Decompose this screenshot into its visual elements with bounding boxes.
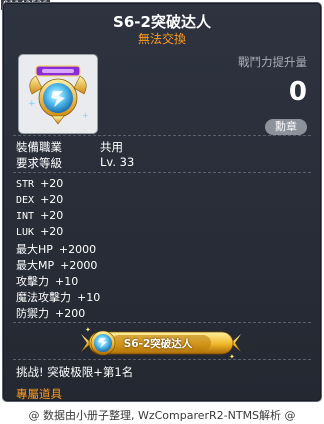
stat-label: LUK: [16, 227, 35, 238]
medal-button[interactable]: 勳章: [265, 119, 307, 135]
divider: [13, 359, 311, 360]
stat-row: 防禦力 +200: [16, 305, 85, 321]
medal-icon: + +: [28, 65, 89, 125]
stat-value: +10: [77, 291, 101, 304]
svg-text:+: +: [28, 99, 36, 109]
stat-row: LUK +20: [16, 225, 63, 238]
stat-row: 攻擊力 +10: [16, 273, 78, 289]
stat-value: +2000: [58, 243, 97, 256]
stat-row: 最大HP +2000: [16, 241, 96, 257]
stat-label: STR: [16, 179, 35, 190]
job-value: 共用: [100, 140, 123, 154]
stat-row: STR +20: [16, 177, 63, 190]
stat-label: INT: [16, 211, 35, 222]
combat-power-value: 0: [288, 77, 307, 107]
exclusive-item-label: 專屬道具: [16, 387, 62, 401]
stat-value: +2000: [60, 259, 98, 272]
stat-value: +20: [40, 209, 64, 222]
item-icon-frame: + +: [18, 54, 98, 134]
level-label: 要求等級: [16, 156, 62, 170]
stat-value: +20: [40, 177, 64, 190]
divider: [13, 172, 311, 173]
job-row: 裝備職業 共用: [16, 139, 123, 155]
stat-value: +200: [55, 307, 86, 320]
stat-value: +20: [40, 193, 64, 206]
stat-row: DEX +20: [16, 193, 63, 206]
stat-row: 最大MP +2000: [16, 257, 97, 273]
stat-row: INT +20: [16, 209, 63, 222]
footer-credit: @ 数据由小册子整理, WzComparerR2-NTMS解析 @: [28, 409, 296, 422]
trade-restriction: 無法交換: [137, 32, 186, 46]
job-label: 裝備職業: [16, 140, 62, 154]
stat-label: 防禦力: [16, 307, 49, 320]
stat-label: 攻擊力: [16, 275, 49, 288]
stat-label: DEX: [16, 195, 35, 206]
item-title: S6-2突破达人: [113, 13, 211, 31]
combat-power-label: 戰鬥力提升量: [238, 55, 307, 69]
stat-label: 最大HP: [16, 243, 53, 256]
divider: [13, 135, 311, 136]
svg-text:✦: ✦: [85, 326, 91, 334]
item-description: 挑战! 突破极限+第1名: [16, 365, 134, 379]
divider: [13, 322, 311, 323]
level-value: Lv. 33: [100, 155, 135, 169]
level-row: 要求等級 Lv. 33: [16, 155, 134, 171]
stat-value: +20: [40, 225, 64, 238]
stat-row: 魔法攻擊力 +10: [16, 289, 100, 305]
stat-value: +10: [55, 275, 79, 288]
svg-text:+: +: [82, 111, 89, 120]
item-tooltip: S6-2突破达人 無法交換 + + 戰鬥力提升量 0 勳章 裝備職業 共用 要求…: [2, 2, 322, 402]
stat-label: 最大MP: [16, 259, 55, 272]
stat-label: 魔法攻擊力: [16, 291, 71, 304]
medal-banner-text: S6-2突破达人: [123, 338, 193, 350]
